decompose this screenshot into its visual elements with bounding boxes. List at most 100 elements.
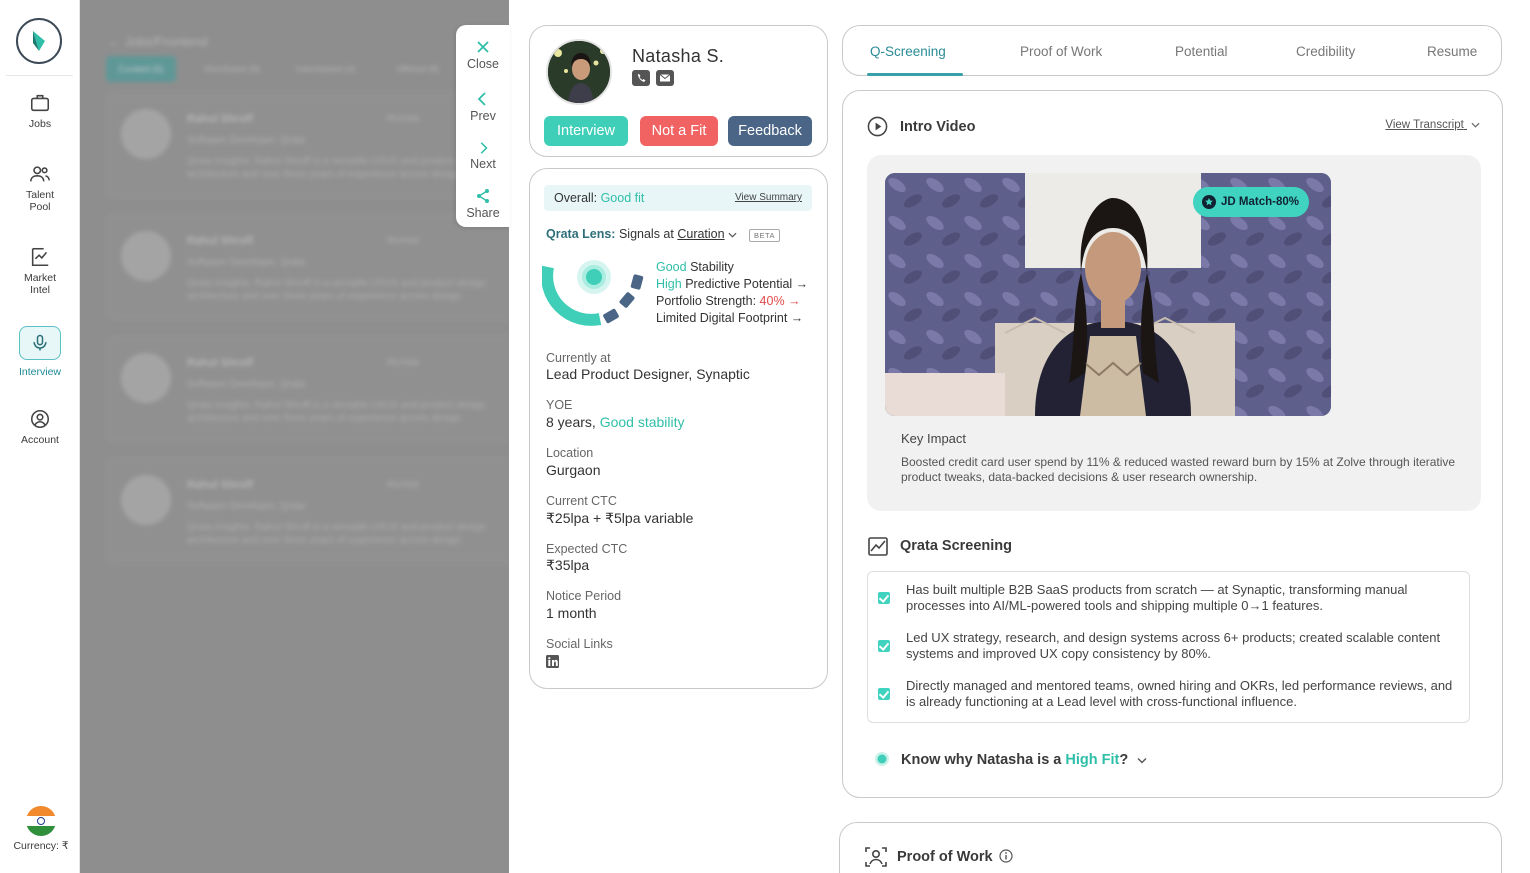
tab-proof-of-work[interactable]: Proof of Work	[1020, 44, 1102, 59]
next-button[interactable]: Next	[456, 141, 510, 171]
bg-name: Rahul Shroff	[187, 357, 253, 369]
signal-value: 40%	[759, 294, 785, 308]
qrata-lens: Qrata Lens: Signals at Curation	[546, 227, 737, 241]
chevron-down-icon	[1137, 757, 1147, 764]
background-overlay[interactable]: ← Jobs/Frontend Curated (6) Shortlisted …	[80, 0, 509, 873]
mic-icon	[33, 334, 47, 351]
share-button[interactable]: Share	[456, 188, 510, 220]
account-icon	[30, 409, 50, 429]
nav-label-interview: Interview	[18, 366, 61, 378]
tab-credibility[interactable]: Credibility	[1296, 44, 1355, 59]
bg-role: Software Developer, Qrata	[187, 135, 305, 146]
close-button[interactable]: Close	[456, 39, 510, 71]
lens-text: Signals at	[618, 227, 674, 241]
nav-item-account[interactable]: Account	[0, 408, 80, 446]
bg-tab: Curated (6)	[106, 56, 176, 82]
panel-actions: Close Prev Next Share	[456, 25, 510, 227]
avatar	[121, 475, 171, 525]
check-icon	[878, 688, 890, 700]
sidebar-nav: Jobs Talent Pool Market Intel Interview …	[0, 0, 80, 873]
nav-item-market-intel[interactable]: Market Intel	[0, 246, 80, 296]
bg-loc: Mumbai	[387, 479, 420, 489]
signal-text: Stability	[690, 260, 734, 274]
signal-prefix: High	[656, 277, 682, 291]
social-links-label: Social Links	[546, 637, 613, 651]
market-icon	[31, 247, 49, 267]
phone-icon[interactable]	[632, 70, 650, 86]
next-label: Next	[470, 157, 496, 171]
user-scan-icon	[865, 847, 887, 867]
intro-video-container: JD Match-80% Key Impact Boosted credit c…	[867, 155, 1481, 511]
share-label: Share	[466, 206, 500, 220]
info-icon[interactable]	[999, 849, 1013, 863]
nav-label-market: Market	[23, 272, 57, 284]
bg-tab: Shortlisted (9)	[204, 64, 261, 74]
currency-label[interactable]: Currency: ₹	[0, 840, 82, 852]
mail-icon[interactable]	[656, 70, 674, 86]
chevron-left-icon	[477, 92, 486, 106]
bg-tab: Interviewed (4)	[296, 64, 356, 74]
bg-role: Software Developer, Qrata	[187, 379, 305, 390]
bg-name: Rahul Shroff	[187, 113, 253, 125]
know-why-toggle[interactable]: Know why Natasha is a High Fit?	[901, 752, 1147, 768]
bg-insight: Qrata Insights: Rahul Shroff is a versat…	[187, 522, 486, 546]
know-suffix: ?	[1119, 752, 1129, 768]
proof-of-work-card: Proof of Work	[839, 822, 1502, 873]
bg-candidate-card: Rahul Shroff Mumbai Software Developer, …	[106, 336, 509, 442]
current-value: Lead Product Designer, Synaptic	[546, 366, 750, 382]
bg-candidate-card: Rahul Shroff Mumbai Software Developer, …	[106, 92, 509, 198]
share-icon	[477, 189, 489, 203]
intro-video-player[interactable]: JD Match-80%	[885, 173, 1331, 416]
bg-candidate-card: Rahul Shroff Mumbai Software Developer, …	[106, 214, 509, 320]
app-logo[interactable]	[16, 18, 62, 64]
prev-button[interactable]: Prev	[456, 91, 510, 123]
prev-label: Prev	[470, 109, 496, 123]
overall-label: Overall:	[554, 191, 598, 205]
nav-item-jobs[interactable]: Jobs	[0, 92, 80, 130]
signal-digital-footprint[interactable]: Limited Digital Footprint →	[656, 311, 803, 325]
nav-item-interview[interactable]: Interview	[0, 326, 80, 378]
tab-potential[interactable]: Potential	[1175, 44, 1228, 59]
nav-divider	[6, 75, 73, 76]
signal-portfolio[interactable]: Portfolio Strength: 40% →	[656, 294, 801, 308]
tab-resume[interactable]: Resume	[1427, 44, 1477, 59]
view-transcript-link[interactable]: View Transcript	[1385, 119, 1480, 131]
yoe-value: 8 years, Good stability	[546, 414, 685, 430]
key-impact-title: Key Impact	[901, 431, 967, 446]
not-a-fit-button[interactable]: Not a Fit	[640, 116, 718, 146]
chevron-down-icon[interactable]	[728, 232, 737, 238]
yoe-label: YOE	[546, 398, 573, 412]
feedback-button[interactable]: Feedback	[728, 116, 812, 146]
location-value: Gurgaon	[546, 462, 601, 478]
current-ctc-value: ₹25lpa + ₹5lpa variable	[546, 510, 694, 526]
bg-loc: Mumbai	[387, 235, 420, 245]
screening-points: Has built multiple B2B SaaS products fro…	[867, 571, 1470, 723]
current-label: Currently at	[546, 351, 611, 365]
chevron-down-icon	[1471, 122, 1480, 128]
interview-button[interactable]: Interview	[544, 116, 628, 146]
linkedin-icon[interactable]	[546, 655, 559, 668]
signal-predictive[interactable]: High Predictive Potential →	[656, 277, 808, 291]
background-tabs: Curated (6) Shortlisted (9) Interviewed …	[106, 56, 509, 82]
tab-q-screening[interactable]: Q-Screening	[870, 44, 946, 59]
intro-video-title: Intro Video	[900, 119, 976, 135]
beta-badge: BETA	[749, 229, 781, 242]
avatar	[121, 353, 171, 403]
bg-name: Rahul Shroff	[187, 235, 253, 247]
nav-label-account: Account	[21, 434, 59, 446]
view-summary-link[interactable]: View Summary	[735, 185, 802, 211]
bg-tab: Offered (8)	[396, 64, 440, 74]
chart-icon	[868, 537, 888, 556]
screening-point: Led UX strategy, research, and design sy…	[906, 630, 1441, 661]
nav-item-talent-pool[interactable]: Talent Pool	[0, 163, 80, 213]
expected-ctc-label: Expected CTC	[546, 542, 628, 556]
avatar	[121, 109, 171, 159]
users-icon	[30, 166, 50, 182]
india-flag-icon[interactable]	[26, 806, 56, 836]
expected-ctc-value: ₹35lpa	[546, 557, 590, 573]
curation-dropdown[interactable]: Curation	[677, 227, 724, 241]
bg-loc: Mumbai	[387, 113, 420, 123]
location-label: Location	[546, 446, 594, 460]
play-circle-icon[interactable]	[867, 116, 888, 137]
view-transcript-label: View Transcript	[1385, 119, 1464, 131]
